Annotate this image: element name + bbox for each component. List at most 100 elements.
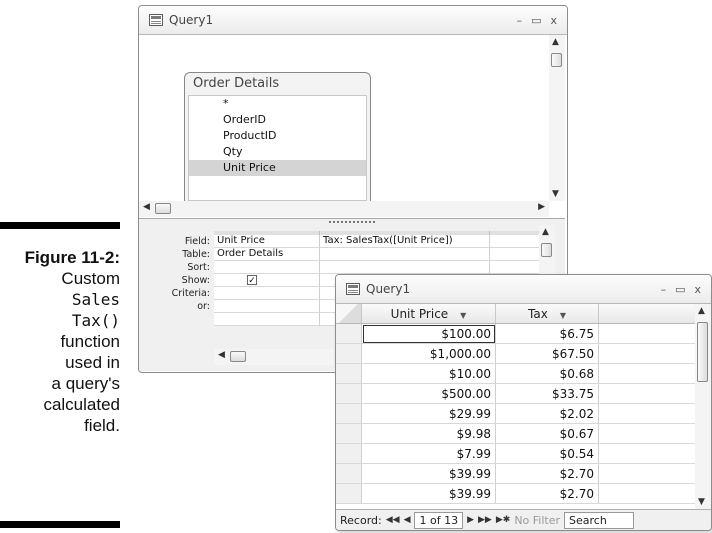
column-header-add[interactable] <box>598 304 699 324</box>
blank-cell[interactable] <box>214 313 320 326</box>
field-item-qty[interactable]: Qty <box>189 144 366 160</box>
unit-price-cell[interactable]: $100.00 <box>361 323 496 344</box>
close-button[interactable]: x <box>550 14 557 27</box>
column-header-unit-price[interactable]: Unit Price ▼ <box>361 304 496 324</box>
unit-price-cell[interactable]: $7.99 <box>361 443 496 464</box>
row-selector[interactable] <box>336 463 362 484</box>
datasheet-window-title: Query1 <box>366 282 411 296</box>
tax-cell[interactable]: $2.70 <box>495 483 599 504</box>
select-all-corner[interactable] <box>336 304 362 324</box>
scroll-up-icon[interactable]: ▲ <box>542 227 549 237</box>
tax-cell[interactable]: $6.75 <box>495 323 599 344</box>
datasheet-titlebar[interactable]: Query1 – ▭ x <box>336 275 711 304</box>
row-selector[interactable] <box>336 343 362 364</box>
sort-cell[interactable] <box>214 261 320 274</box>
row-selector[interactable] <box>336 383 362 404</box>
maximize-button[interactable]: ▭ <box>531 14 541 27</box>
table-row[interactable]: $1,000.00 $67.50 <box>336 343 699 364</box>
scroll-thumb[interactable] <box>230 351 246 362</box>
scroll-down-icon[interactable]: ▼ <box>552 189 559 199</box>
chevron-down-icon[interactable]: ▼ <box>560 311 566 320</box>
column-header-tax[interactable]: Tax ▼ <box>495 304 599 324</box>
sort-cell[interactable] <box>490 261 544 274</box>
unit-price-cell[interactable]: $9.98 <box>361 423 496 444</box>
row-label: Sort: <box>187 262 210 273</box>
field-item-unit-price[interactable]: Unit Price <box>189 160 366 176</box>
field-cell[interactable]: Unit Price <box>214 235 320 248</box>
sort-cell[interactable] <box>320 261 490 274</box>
table-row[interactable]: $100.00 $6.75 <box>336 323 699 344</box>
scroll-left-icon[interactable]: ◀ <box>143 202 150 212</box>
table-row[interactable]: $7.99 $0.54 <box>336 443 699 464</box>
table-row[interactable]: $39.99 $2.70 <box>336 463 699 484</box>
unit-price-cell[interactable]: $1,000.00 <box>361 343 496 364</box>
no-filter-button[interactable]: No Filter <box>514 514 560 527</box>
query-icon <box>149 14 163 26</box>
tax-cell[interactable]: $0.68 <box>495 363 599 384</box>
unit-price-cell[interactable]: $39.99 <box>361 463 496 484</box>
search-input[interactable]: Search <box>564 511 635 529</box>
unit-price-cell[interactable]: $500.00 <box>361 383 496 404</box>
table-row[interactable]: $9.98 $0.67 <box>336 423 699 444</box>
tax-cell[interactable]: $0.67 <box>495 423 599 444</box>
scroll-thumb[interactable] <box>697 322 708 382</box>
row-selector[interactable] <box>336 423 362 444</box>
scroll-down-icon[interactable]: ▼ <box>698 497 705 507</box>
scroll-thumb[interactable] <box>155 203 171 214</box>
scroll-thumb[interactable] <box>551 53 562 67</box>
close-button[interactable]: x <box>694 283 701 296</box>
minimize-button[interactable]: – <box>661 283 667 296</box>
row-selector[interactable] <box>336 483 362 504</box>
field-item-all[interactable]: * <box>189 96 366 112</box>
table-pane-horizontal-scrollbar[interactable]: ◀ ▶ <box>139 201 549 217</box>
new-record-icon[interactable]: ▶✱ <box>496 515 510 525</box>
scroll-right-icon[interactable]: ▶ <box>538 202 545 212</box>
unit-price-cell[interactable]: $39.99 <box>361 483 496 504</box>
tax-cell[interactable]: $2.02 <box>495 403 599 424</box>
datasheet-vertical-scrollbar[interactable]: ▲ ▼ <box>695 304 711 509</box>
table-cell[interactable] <box>320 248 490 261</box>
design-titlebar[interactable]: Query1 – ▭ x <box>139 6 567 35</box>
scroll-up-icon[interactable]: ▲ <box>698 306 705 316</box>
tax-cell[interactable]: $33.75 <box>495 383 599 404</box>
table-row[interactable]: $39.99 $2.70 <box>336 483 699 504</box>
minimize-button[interactable]: – <box>517 14 523 27</box>
record-label: Record: <box>340 513 382 527</box>
field-list-title[interactable]: Order Details <box>185 73 370 95</box>
grid-horizontal-scrollbar[interactable]: ◀ <box>214 349 334 365</box>
show-checkbox[interactable]: ✓ <box>247 275 257 286</box>
table-cell[interactable]: Order Details <box>214 248 320 261</box>
next-record-icon[interactable]: ▶ <box>467 515 474 525</box>
field-cell[interactable]: Tax: SalesTax([Unit Price]) <box>320 235 490 248</box>
first-record-icon[interactable]: ◀◀ <box>386 515 400 525</box>
field-item-productid[interactable]: ProductID <box>189 128 366 144</box>
field-item-orderid[interactable]: OrderID <box>189 112 366 128</box>
scroll-up-icon[interactable]: ▲ <box>552 37 559 47</box>
tax-cell[interactable]: $67.50 <box>495 343 599 364</box>
field-cell[interactable] <box>490 235 544 248</box>
unit-price-cell[interactable]: $10.00 <box>361 363 496 384</box>
record-position-field[interactable]: 1 of 13 <box>414 511 464 529</box>
unit-price-cell[interactable]: $29.99 <box>361 403 496 424</box>
previous-record-icon[interactable]: ◀ <box>404 515 411 525</box>
table-row[interactable]: $29.99 $2.02 <box>336 403 699 424</box>
maximize-button[interactable]: ▭ <box>675 283 685 296</box>
row-selector[interactable] <box>336 403 362 424</box>
chevron-down-icon[interactable]: ▼ <box>460 311 466 320</box>
tax-cell[interactable]: $0.54 <box>495 443 599 464</box>
field-list-order-details[interactable]: Order Details * OrderID ProductID Qty Un… <box>184 72 371 208</box>
table-pane-vertical-scrollbar[interactable]: ▲ ▼ <box>549 35 565 201</box>
row-selector[interactable] <box>336 323 362 344</box>
last-record-icon[interactable]: ▶▶ <box>478 515 492 525</box>
table-cell[interactable] <box>490 248 544 261</box>
table-row[interactable]: $10.00 $0.68 <box>336 363 699 384</box>
caption-top-rule <box>0 222 120 229</box>
row-selector[interactable] <box>336 443 362 464</box>
row-selector[interactable] <box>336 363 362 384</box>
or-cell[interactable] <box>214 300 320 313</box>
tax-cell[interactable]: $2.70 <box>495 463 599 484</box>
criteria-cell[interactable] <box>214 287 320 300</box>
table-row[interactable]: $500.00 $33.75 <box>336 383 699 404</box>
scroll-thumb[interactable] <box>541 243 552 257</box>
scroll-left-icon[interactable]: ◀ <box>218 350 225 360</box>
